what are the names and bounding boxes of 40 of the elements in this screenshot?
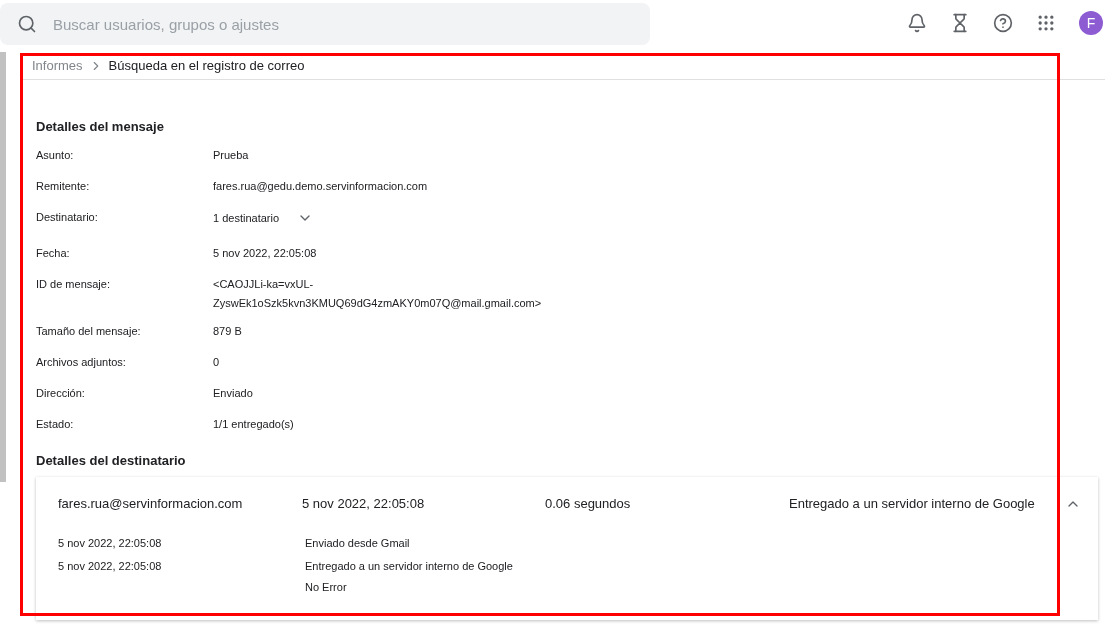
field-value: <CAOJJLi-ka=vxUL- (213, 276, 315, 292)
field-value: 1/1 entregado(s) (213, 416, 294, 432)
recipient-duration: 0.06 segundos (545, 495, 632, 514)
help-icon[interactable] (993, 13, 1013, 33)
field-value: 879 B (213, 323, 242, 339)
hourglass-icon[interactable] (950, 13, 970, 33)
user-avatar[interactable]: F (1079, 11, 1103, 35)
recipient-status: Entregado a un servidor interno de Google (789, 495, 1036, 514)
field-value: 5 nov 2022, 22:05:08 (213, 245, 317, 261)
event-description: No Error (305, 580, 348, 595)
recipient-date: 5 nov 2022, 22:05:08 (302, 495, 426, 514)
event-time: 5 nov 2022, 22:05:08 (58, 536, 163, 551)
event-description: Enviado desde Gmail (305, 536, 410, 551)
field-value: ZyswEk1oSzk5kvn3KMUQ69dG4zmAKY0m07Q@mail.gmail.com> (213, 296, 542, 311)
section-title: Detalles del destinatario (36, 451, 187, 470)
field-label: Asunto: (36, 147, 75, 163)
field-value: 0 (213, 354, 220, 370)
event-description: Entregado a un servidor interno de Google (305, 559, 513, 574)
notifications-icon[interactable] (907, 13, 927, 33)
event-time: 5 nov 2022, 22:05:08 (58, 559, 163, 574)
section-title: Detalles del mensaje (36, 118, 165, 136)
field-value: fares.rua@gedu.demo.servinformacion.com (213, 178, 428, 194)
recipient-dropdown[interactable]: 1 destinatario (213, 206, 314, 227)
apps-grid-icon[interactable] (1036, 13, 1056, 33)
field-label: Tamaño del mensaje: (36, 323, 142, 339)
scrollbar-thumb[interactable] (0, 52, 6, 482)
search-field[interactable]: Buscar usuarios, grupos o ajustes (0, 3, 650, 45)
field-value: Prueba (213, 147, 249, 163)
search-icon (17, 14, 37, 34)
field-label: Fecha: (36, 245, 71, 261)
field-label: Destinatario: (36, 209, 99, 225)
field-value: Enviado (213, 385, 253, 401)
breadcrumb-item[interactable]: Informes (32, 55, 83, 76)
field-label: Remitente: (36, 178, 91, 194)
breadcrumb-item[interactable]: Búsqueda en el registro de correo (108, 55, 305, 76)
recipient-address: fares.rua@servinformacion.com (58, 495, 244, 514)
field-label: Archivos adjuntos: (36, 354, 127, 370)
field-label: Dirección: (36, 385, 86, 401)
field-label: ID de mensaje: (36, 276, 111, 292)
field-label: Estado: (36, 416, 75, 432)
